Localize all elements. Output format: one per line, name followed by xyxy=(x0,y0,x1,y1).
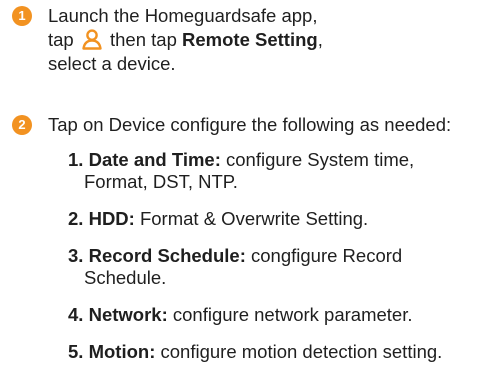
step-1-line-3: select a device. xyxy=(48,53,176,74)
list-item-label: HDD: xyxy=(88,208,135,229)
remote-setting-label: Remote Setting xyxy=(182,29,318,50)
list-item-number: 3. xyxy=(68,245,84,266)
step-1-then-tap-text: then tap xyxy=(110,29,177,50)
step-1-line-1: Launch the Homeguardsafe app, xyxy=(48,5,318,26)
list-item-text: configure motion detection setting. xyxy=(160,341,443,362)
step-1-text: Launch the Homeguardsafe app, tap then t… xyxy=(48,4,323,76)
user-icon xyxy=(82,29,102,50)
list-item: 3. Record Schedule: congfigure Record Sc… xyxy=(68,245,478,289)
list-item-label: Record Schedule: xyxy=(88,245,246,266)
step-1-tap-text: tap xyxy=(48,29,74,50)
configuration-list: 1. Date and Time: configure System time,… xyxy=(68,149,478,378)
list-item-number: 5. xyxy=(68,341,84,362)
list-item-number: 4. xyxy=(68,304,84,325)
list-item-number: 2. xyxy=(68,208,84,229)
step-2-intro: Tap on Device configure the following as… xyxy=(48,114,452,135)
list-item-number: 1. xyxy=(68,149,84,170)
list-item-text: Format & Overwrite Setting. xyxy=(139,208,369,229)
list-item: 4. Network: configure network parameter. xyxy=(68,304,478,326)
step-1-line-2: tap then tap Remote Setting, xyxy=(48,28,323,52)
list-item-label: Date and Time: xyxy=(88,149,221,170)
list-item-label: Network: xyxy=(88,304,168,325)
list-item: 1. Date and Time: configure System time,… xyxy=(68,149,478,193)
list-item-label: Motion: xyxy=(88,341,156,362)
list-item: 2. HDD: Format & Overwrite Setting. xyxy=(68,208,478,230)
list-item: 5. Motion: configure motion detection se… xyxy=(68,341,478,363)
step-1-comma: , xyxy=(317,29,323,50)
step-number-badge: 1 xyxy=(12,6,32,26)
step-number-badge: 2 xyxy=(12,115,32,135)
list-item-text: configure network parameter. xyxy=(172,304,413,325)
